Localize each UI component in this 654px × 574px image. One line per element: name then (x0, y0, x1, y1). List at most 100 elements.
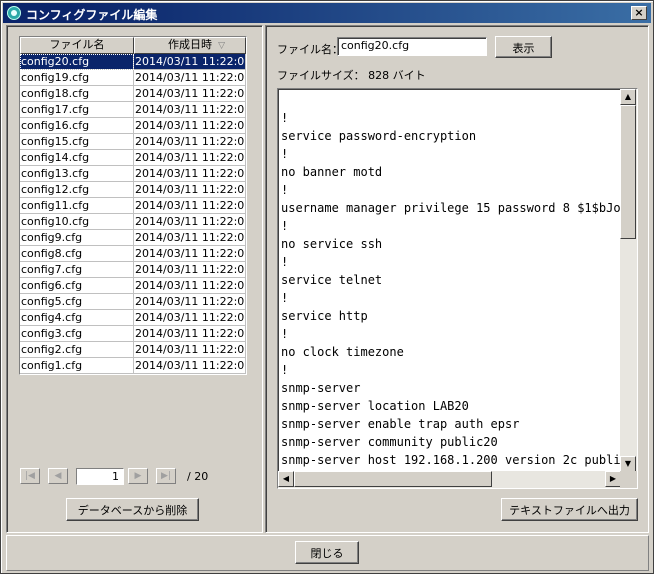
filename-cell: config14.cfg (20, 150, 134, 166)
column-header-filename[interactable]: ファイル名 (20, 37, 134, 54)
scroll-left-button[interactable]: ◀ (278, 471, 294, 487)
page-total: / 20 (187, 470, 209, 483)
window-title: コンフィグファイル編集 (26, 8, 158, 22)
file-name-field[interactable]: config20.cfg (337, 37, 487, 56)
table-row[interactable]: config7.cfg 2014/03/11 11:22:05 (20, 262, 246, 278)
config-text[interactable]: ! service password-encryption! no banner m… (281, 109, 621, 469)
filename-cell: config13.cfg (20, 166, 134, 182)
table-row[interactable]: config20.cfg 2014/03/11 11:22:05 (20, 54, 246, 70)
table-row[interactable]: config4.cfg 2014/03/11 11:22:05 (20, 310, 246, 326)
filename-cell: config10.cfg (20, 214, 134, 230)
created-cell: 2014/03/11 11:22:05 (134, 230, 246, 246)
vertical-scrollbar[interactable]: ▲ ▼ (620, 89, 637, 472)
created-cell: 2014/03/11 11:22:05 (134, 358, 246, 374)
created-cell: 2014/03/11 11:22:05 (134, 54, 246, 70)
created-cell: 2014/03/11 11:22:05 (134, 102, 246, 118)
column-header-created-label: 作成日時 (168, 38, 212, 51)
config-line: ! (281, 255, 289, 269)
config-line: snmp-server enable trap auth epsr (281, 417, 520, 431)
last-page-button[interactable]: ▶| (156, 468, 176, 484)
next-page-icon: ▶ (134, 471, 142, 481)
show-button[interactable]: 表示 (495, 36, 552, 58)
page-number-field[interactable]: 1 (76, 468, 124, 485)
created-cell: 2014/03/11 11:22:05 (134, 326, 246, 342)
table-row[interactable]: config9.cfg 2014/03/11 11:22:05 (20, 230, 246, 246)
horizontal-scrollbar[interactable]: ◀ ▶ (278, 471, 621, 488)
table-row[interactable]: config10.cfg 2014/03/11 11:22:05 (20, 214, 246, 230)
table-row[interactable]: config14.cfg 2014/03/11 11:22:05 (20, 150, 246, 166)
close-window-button[interactable]: × (631, 6, 647, 20)
column-header-created[interactable]: 作成日時 ▽ (134, 37, 246, 54)
filename-cell: config12.cfg (20, 182, 134, 198)
created-cell: 2014/03/11 11:22:05 (134, 86, 246, 102)
close-button[interactable]: 閉じる (295, 541, 359, 564)
created-cell: 2014/03/11 11:22:05 (134, 310, 246, 326)
created-cell: 2014/03/11 11:22:05 (134, 70, 246, 86)
created-cell: 2014/03/11 11:22:05 (134, 150, 246, 166)
table-body: config20.cfg 2014/03/11 11:22:05 config19.… (20, 54, 246, 374)
filename-cell: config1.cfg (20, 358, 134, 374)
config-line: snmp-server host 192.168.1.200 version 2… (281, 453, 621, 467)
filename-cell: config9.cfg (20, 230, 134, 246)
vertical-scroll-thumb[interactable] (620, 105, 636, 239)
table-row[interactable]: config12.cfg 2014/03/11 11:22:05 (20, 182, 246, 198)
filename-cell: config15.cfg (20, 134, 134, 150)
table-row[interactable]: config13.cfg 2014/03/11 11:22:05 (20, 166, 246, 182)
config-line: service http (281, 309, 368, 323)
table-row[interactable]: config16.cfg 2014/03/11 11:22:05 (20, 118, 246, 134)
first-page-button[interactable]: |◀ (20, 468, 40, 484)
next-page-button[interactable]: ▶ (128, 468, 148, 484)
table-row[interactable]: config18.cfg 2014/03/11 11:22:05 (20, 86, 246, 102)
scroll-down-button[interactable]: ▼ (620, 456, 636, 472)
horizontal-scroll-thumb[interactable] (294, 471, 492, 487)
filename-cell: config4.cfg (20, 310, 134, 326)
app-icon (7, 6, 21, 20)
config-text-area[interactable]: ! service password-encryption! no banner m… (277, 88, 638, 489)
scroll-up-button[interactable]: ▲ (620, 89, 636, 105)
table-row[interactable]: config5.cfg 2014/03/11 11:22:05 (20, 294, 246, 310)
config-line: service telnet (281, 273, 383, 287)
table-row[interactable]: config1.cfg 2014/03/11 11:22:05 (20, 358, 246, 374)
scroll-right-button[interactable]: ▶ (605, 471, 621, 487)
scroll-left-icon: ◀ (282, 474, 290, 483)
created-cell: 2014/03/11 11:22:05 (134, 246, 246, 262)
table-row[interactable]: config6.cfg 2014/03/11 11:22:05 (20, 278, 246, 294)
config-line: ! (281, 111, 289, 125)
table-row[interactable]: config17.cfg 2014/03/11 11:22:05 (20, 102, 246, 118)
filename-cell: config16.cfg (20, 118, 134, 134)
config-line: username manager privilege 15 password 8… (281, 201, 621, 215)
config-line: ! (281, 147, 289, 161)
delete-from-database-button[interactable]: データベースから削除 (66, 498, 199, 521)
config-line: ! (281, 183, 289, 197)
created-cell: 2014/03/11 11:22:05 (134, 198, 246, 214)
config-line: snmp-server community public20 (281, 435, 498, 449)
config-line: no clock timezone (281, 345, 404, 359)
config-line: ! (281, 363, 289, 377)
prev-page-button[interactable]: ◀ (48, 468, 68, 484)
scroll-down-icon: ▼ (624, 459, 632, 468)
created-cell: 2014/03/11 11:22:05 (134, 182, 246, 198)
table-row[interactable]: config19.cfg 2014/03/11 11:22:05 (20, 70, 246, 86)
table-row[interactable]: config3.cfg 2014/03/11 11:22:05 (20, 326, 246, 342)
config-line: ! (281, 291, 289, 305)
config-line: snmp-server (281, 381, 361, 395)
export-text-file-button[interactable]: テキストファイルへ出力 (501, 498, 638, 521)
table-header: ファイル名 作成日時 ▽ (20, 37, 246, 54)
table-row[interactable]: config11.cfg 2014/03/11 11:22:05 (20, 198, 246, 214)
created-cell: 2014/03/11 11:22:05 (134, 278, 246, 294)
table-row[interactable]: config2.cfg 2014/03/11 11:22:05 (20, 342, 246, 358)
table-row[interactable]: config15.cfg 2014/03/11 11:22:05 (20, 134, 246, 150)
created-cell: 2014/03/11 11:22:05 (134, 294, 246, 310)
config-line: service password-encryption (281, 129, 477, 143)
scroll-up-icon: ▲ (624, 92, 632, 101)
config-file-editor-window: コンフィグファイル編集 × ファイル名 作成日時 ▽ config20.cfg 2… (0, 0, 654, 574)
created-cell: 2014/03/11 11:22:05 (134, 214, 246, 230)
filename-cell: config11.cfg (20, 198, 134, 214)
first-page-icon: |◀ (25, 471, 35, 481)
title-bar[interactable]: コンフィグファイル編集 × (3, 3, 651, 23)
created-cell: 2014/03/11 11:22:05 (134, 134, 246, 150)
filename-cell: config7.cfg (20, 262, 134, 278)
created-cell: 2014/03/11 11:22:05 (134, 262, 246, 278)
created-cell: 2014/03/11 11:22:05 (134, 118, 246, 134)
table-row[interactable]: config8.cfg 2014/03/11 11:22:05 (20, 246, 246, 262)
